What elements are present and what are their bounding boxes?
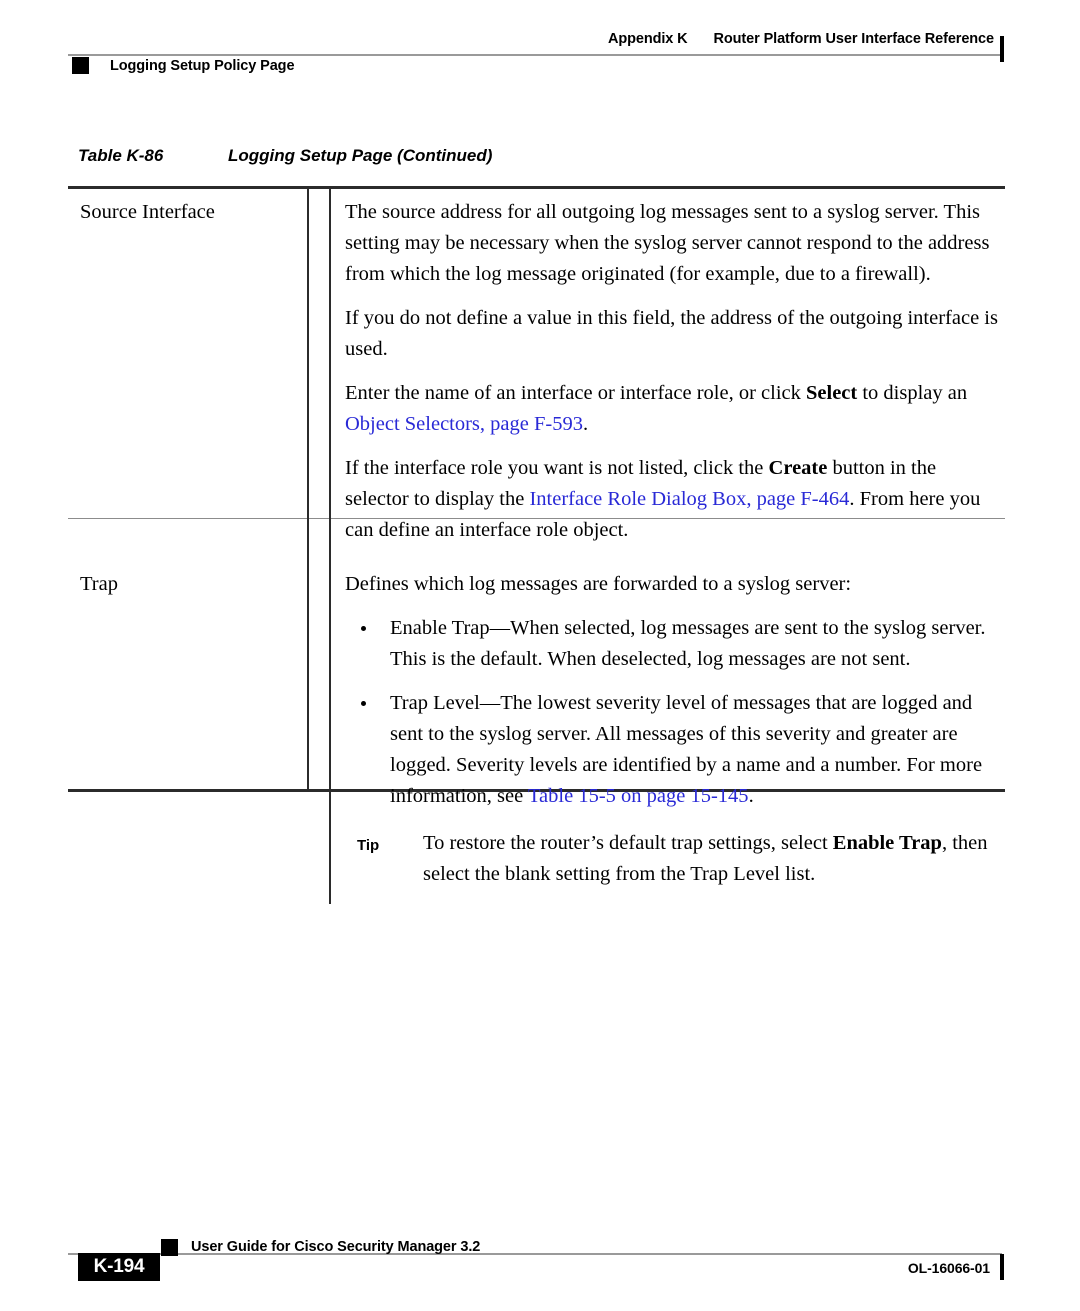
paragraph: Defines which log messages are forwarded… [345,569,1003,600]
body-text: Enable Trap—When selected, log messages … [390,617,986,670]
description-tip: Tip To restore the router’s default trap … [345,828,1003,890]
footer-page-number: K-194 [78,1253,160,1281]
body-text: If you do not define a value in this fie… [345,307,998,360]
paragraph: The source address for all outgoing log … [345,197,1003,290]
table-caption-number: Table K-86 [78,146,164,165]
body-text: . [748,785,754,807]
paragraph: Enter the name of an interface or interf… [345,378,1003,440]
body-text: The source address for all outgoing log … [345,201,990,285]
table-cell-label: Trap [68,560,330,904]
list-item: Enable Trap—When selected, log messages … [345,613,1003,675]
header-running-title: Appendix K Router Platform User Interface… [608,31,994,47]
body-text: Defines which log messages are forwarded… [345,573,852,595]
description-bullets: Enable Trap—When selected, log messages … [345,613,1003,812]
page-header: Appendix K Router Platform User Interface… [0,0,1080,100]
emphasis-text: Create [768,457,828,479]
list-item: Trap Level—The lowest severity level of … [345,688,1003,812]
table-caption-title: Logging Setup Page (Continued) [228,146,493,165]
table-row: Trap Defines which log messages are forw… [68,560,1005,904]
cross-reference-link[interactable]: Interface Role Dialog Box, page F-464 [529,488,849,510]
footer-bullet-square-icon [161,1239,178,1256]
footer-change-bar-icon [1000,1254,1004,1280]
page-footer: User Guide for Cisco Security Manager 3.… [0,1220,1080,1311]
row-label-text: Trap [80,573,118,595]
header-section-label: Logging Setup Policy Page [110,58,295,74]
body-text: . [582,413,589,435]
table-cell-label: Source Interface [68,188,330,560]
table-row: Source Interface The source address for … [68,188,1005,560]
paragraph: If you do not define a value in this fie… [345,303,1003,365]
table-caption: Table K-86 Logging Setup Page (Continued) [78,146,492,166]
tip-text: To restore the router’s default trap set… [423,832,988,885]
bullet-dot-icon [361,626,366,631]
body-text: To restore the router’s default trap set… [423,832,833,854]
footer-doc-number: OL-16066-01 [907,1260,990,1276]
table-cell-description: Defines which log messages are forwarded… [329,560,1005,904]
table-cell-description: The source address for all outgoing log … [329,188,1005,560]
body-text: to display an [857,382,968,404]
logging-setup-table: Source Interface The source address for … [68,188,1005,904]
cross-reference-link[interactable]: Table 15-5 on page 15-145 [528,785,749,807]
header-title-label: Router Platform User Interface Reference [713,31,995,47]
description-paragraphs: Defines which log messages are forwarded… [345,569,1003,600]
body-text: Enter the name of an interface or interf… [345,382,806,404]
description-paragraphs: The source address for all outgoing log … [345,197,1003,546]
header-rule [68,54,1002,56]
cross-reference-link[interactable]: Object Selectors, page F-593 [345,413,583,435]
paragraph: If the interface role you want is not li… [345,453,1003,546]
table-body: Source Interface The source address for … [68,188,1005,904]
emphasis-text: Enable Trap [832,832,942,854]
emphasis-text: Select [806,382,858,404]
footer-guide-label: User Guide for Cisco Security Manager 3.… [191,1239,481,1255]
header-bullet-square-icon [72,57,89,74]
row-label-text: Source Interface [80,201,215,223]
body-text: If the interface role you want is not li… [345,457,769,479]
bullet-dot-icon [361,701,366,706]
tip-label: Tip [357,837,380,854]
header-appendix-label: Appendix K [607,31,688,47]
header-change-bar-icon [1000,36,1004,62]
